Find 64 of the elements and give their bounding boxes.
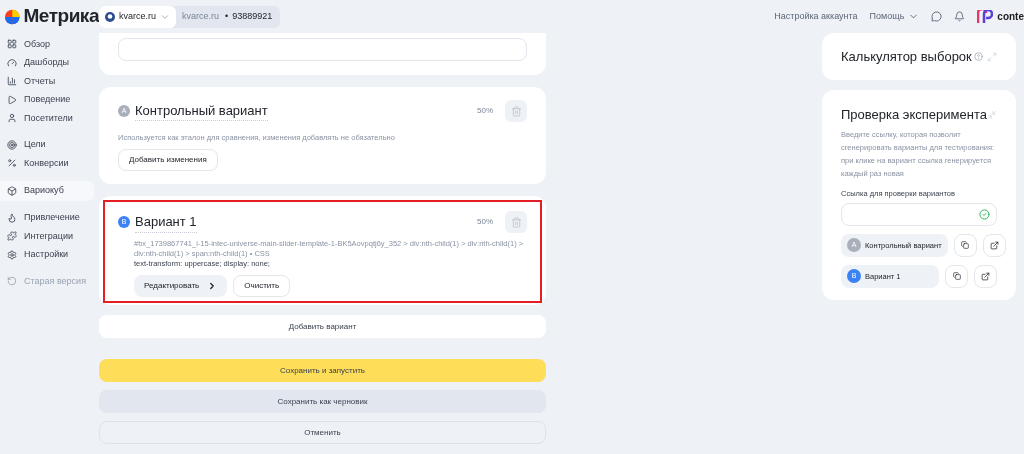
copy-button[interactable] [953,233,977,257]
url-field[interactable] [841,202,997,226]
save-and-run-button[interactable]: Сохранить и запустить [99,359,546,383]
variant-name[interactable]: Вариант 1 [135,212,197,233]
edit-button[interactable]: Редактировать [134,275,228,298]
copy-icon [961,241,970,250]
gauge-icon [7,57,17,68]
site-icon [105,11,115,22]
help-menu[interactable]: Помощь [869,9,920,24]
add-variant-button[interactable]: Добавить вариант [99,315,546,339]
counter-id: 93889921 [232,9,274,23]
copy-icon [952,272,961,281]
separator-dot: • [225,9,230,23]
sidebar-item[interactable]: Дашборды [0,53,94,72]
play-icon [7,94,17,105]
account-logo-icon[interactable] [977,9,994,24]
sidebar-item[interactable]: Обзор [0,35,94,54]
undo-icon [7,276,17,287]
sidebar-item[interactable]: Поведение [0,90,94,109]
grid-icon [7,39,17,50]
sidebar-item[interactable]: Настройки [0,245,94,264]
action-button[interactable]: Добавить изменения [118,149,218,172]
save-draft-button[interactable]: Сохранить как черновик [99,390,546,414]
account-name: conte [997,10,1024,24]
trash-icon [510,216,522,228]
traffic-share: 50% [477,216,493,229]
sidebar-item[interactable]: Привлечение [0,208,94,227]
sidebar-item[interactable]: Посетители [0,109,94,128]
logo-icon [5,7,20,26]
percent-icon [7,158,17,169]
puzzle-icon [7,231,17,242]
traffic-share: 50% [477,105,493,117]
external-link-icon [989,240,999,250]
sidebar-item[interactable]: Конверсии [0,154,94,173]
chart-icon [7,76,17,87]
copy-button[interactable] [945,264,968,288]
flame-icon [7,212,17,223]
cancel-button[interactable]: Отменить [99,421,546,445]
cube-icon [7,185,17,196]
trash-icon [510,105,522,117]
delete-button[interactable] [505,211,527,234]
sidebar-item[interactable]: Отчеты [0,72,94,91]
counter-caption: kvarce.ru [181,9,221,23]
delete-button[interactable] [505,100,527,122]
variant-name[interactable]: Контрольный вариант [135,100,268,122]
target-icon [7,139,17,150]
sidebar-item[interactable]: Интеграции [0,227,94,246]
person-icon [7,113,17,124]
app-logo: Метрика [23,4,99,29]
settings-icon [7,249,17,260]
help-icon[interactable] [973,52,983,61]
card-title: Калькулятор выборок [841,47,972,66]
input-field[interactable] [118,38,527,61]
sidebar-item[interactable]: Вариокуб [0,180,94,201]
action-button[interactable]: Очистить [233,275,291,298]
open-link-button[interactable] [974,264,997,288]
sidebar-item[interactable]: Цели [0,135,94,154]
bell-icon[interactable] [954,11,966,22]
chat-icon[interactable] [931,11,943,22]
external-link-icon [981,271,990,281]
card-title: Проверка эксперимента [841,106,987,124]
open-link-button[interactable] [982,233,1006,257]
counter-selector[interactable]: kvarce.ru [99,5,176,28]
account-settings-link[interactable]: Настройка аккаунта [774,9,858,24]
